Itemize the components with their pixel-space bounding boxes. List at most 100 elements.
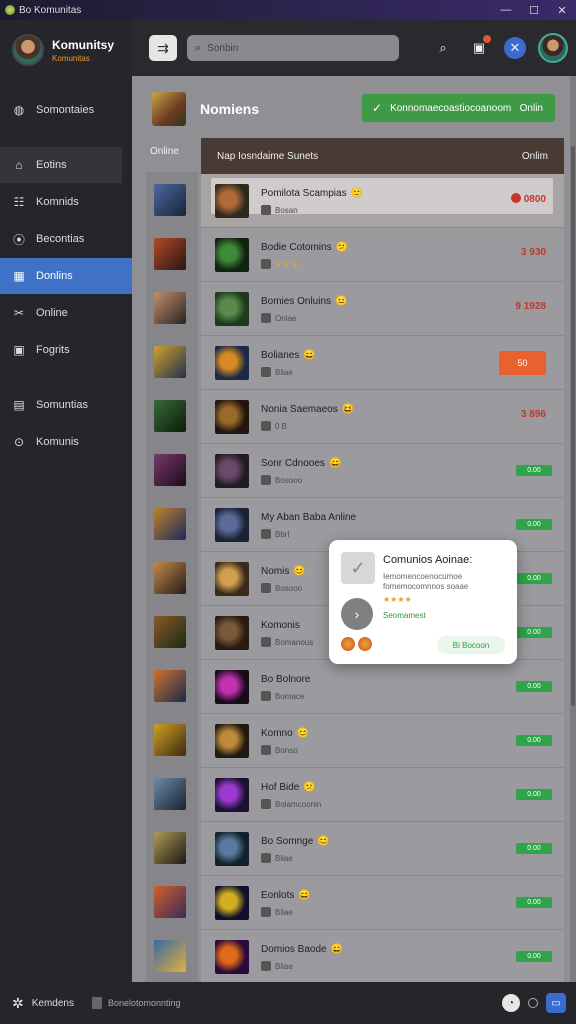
table-row[interactable]: Sonr Cdnooes 😄 Bosooo 0.00 [201,444,564,498]
table-row[interactable]: Bomies Onluins 😐 Onlae 9 1928 [201,282,564,336]
table-row[interactable]: Komno 😊 Bonso 0.00 [201,714,564,768]
user-icon [261,745,271,755]
top-icons: ⌕ ▣ ✕ [418,33,568,63]
search-input[interactable]: ⌕ Sonbin [187,35,399,61]
emoji-icon: 😄 [330,944,344,955]
emoji-icon: 😆 [341,404,355,415]
gear-icon[interactable]: ✲ [12,995,24,1012]
close-button[interactable]: ✕ [548,4,576,17]
side-thumbnail[interactable] [154,724,186,756]
online-button[interactable]: ✓ Konnomaecoastiocoanoom Onlin [362,94,555,122]
scrollbar[interactable] [570,76,576,982]
filter-button[interactable]: ⇉ [149,35,177,61]
row-thumbnail [215,292,249,326]
chat-icon: ▤ [13,398,25,412]
tools-icon: ✂ [13,306,25,320]
next-button[interactable]: › [341,598,373,630]
sidebar-item-fogrits[interactable]: ▣ Fogrits [0,332,132,368]
row-thumbnail [215,616,249,650]
file-indicator[interactable]: Bonelotomonnting [91,997,181,1009]
emoji-icon: 😊 [293,566,306,577]
side-thumbnail[interactable] [154,832,186,864]
minimize-button[interactable]: — [492,4,520,17]
clock-icon[interactable]: ◔ [502,994,520,1012]
row-thumbnail [215,562,249,596]
user-icon [261,205,271,215]
side-thumbnail[interactable] [154,238,186,270]
sidebar-item-eotins[interactable]: ⌂ Eotins [0,147,122,183]
tools-button[interactable]: ✕ [504,37,526,59]
info-popup[interactable]: ✓ Comunios Aoinae: Iemomencoenocumoe fom… [329,540,517,664]
row-status-pill[interactable]: 0.00 [516,465,552,476]
row-status-pill[interactable]: 0.00 [516,843,552,854]
sidebar-item-komnids[interactable]: ☷ Komnids [0,184,132,220]
sidebar-item-somuntias[interactable]: ▤ Somuntias [0,387,132,423]
popup-title: Comunios Aoinae: [383,554,473,566]
status-ring-icon[interactable] [528,998,538,1008]
row-price: 0800 [510,193,546,205]
table-row[interactable]: Nonia Saemaeos 😆 0 B 3 896 [201,390,564,444]
row-status-pill[interactable]: 0.00 [516,951,552,962]
table-row[interactable]: Pomilota Scampias 🙂 Bosan 0800 [201,174,564,228]
row-action-button[interactable]: 50 [499,351,546,375]
side-thumbnail[interactable] [154,346,186,378]
chat-button-icon[interactable]: ▭ [546,993,566,1013]
side-thumbnail[interactable] [154,670,186,702]
side-thumbnail[interactable] [154,454,186,486]
checkbox-icon: ✓ [341,552,375,584]
brand[interactable]: Komunitsy Komunitas [0,20,132,80]
table-row[interactable]: Eonlots 😄 Bliae 0.00 [201,876,564,930]
row-status-pill[interactable]: 0.00 [516,627,552,638]
table-row[interactable]: Domios Baode 😄 Bliae 0.00 [201,930,564,982]
side-thumbnail[interactable] [154,940,186,972]
search-placeholder: Sonbin [207,42,239,54]
search-plus-button[interactable]: ⌕ [432,37,454,59]
row-title: Pomilota Scampias 🙂 [261,188,364,199]
user-icon [261,691,271,701]
sidebar-item-donlins[interactable]: ▦ Donlins [0,258,132,294]
notifications-button[interactable]: ▣ [468,35,491,59]
table-row[interactable]: Bo Bolnore Bomace 0.00 [201,660,564,714]
row-status-pill[interactable]: 0.00 [516,681,552,692]
reaction-icon[interactable] [341,637,355,651]
search-plus-icon: ⌕ [439,40,447,55]
row-thumbnail [215,832,249,866]
table-row[interactable]: Bolianes 😄 Bliae 50 [201,336,564,390]
table-row[interactable]: Bo Somnge 😊 Bliae 0.00 [201,822,564,876]
side-thumbnail[interactable] [154,508,186,540]
table-row[interactable]: Hof Bide 😕 Bolamcoonin 0.00 [201,768,564,822]
sidebar-item-komunis[interactable]: ⊙ Komunis [0,424,132,460]
app-logo-icon [5,5,15,15]
table-row[interactable]: Bodie Cotomins 😕 ★★★ 3 930 [201,228,564,282]
sidebar-item-somontaies[interactable]: ◍ Somontaies [0,92,132,128]
side-label: Online [150,146,179,157]
side-thumbnail[interactable] [154,400,186,432]
row-title: Nonia Saemaeos 😆 [261,404,355,415]
row-price: 3 896 [520,409,546,420]
row-status-pill[interactable]: 0.00 [516,573,552,584]
scrollbar-thumb[interactable] [571,146,575,706]
side-thumbnail[interactable] [154,562,186,594]
popup-button-label: Bi Bocoon [452,640,490,650]
maximize-button[interactable]: ☐ [520,4,548,17]
sidebar-item-becontias[interactable]: ⦿ Becontias [0,221,132,257]
side-thumbnail[interactable] [154,292,186,324]
popup-action-button[interactable]: Bi Bocoon [437,636,505,654]
side-thumbnail[interactable] [154,616,186,648]
sidebar-item-online[interactable]: ✂ Online [0,295,132,331]
filter-icon: ⇉ [157,39,169,56]
online-button-right: Onlin [519,102,543,114]
row-status-pill[interactable]: 0.00 [516,735,552,746]
row-title: Eonlots 😄 [261,890,311,901]
emoji-icon: 😄 [298,890,311,901]
user-avatar[interactable] [538,33,568,63]
row-status-pill[interactable]: 0.00 [516,897,552,908]
side-thumbnail[interactable] [154,886,186,918]
side-thumbnail[interactable] [154,184,186,216]
side-thumbnail[interactable] [154,778,186,810]
title-bar: Bo Komunitas — ☐ ✕ [0,0,576,20]
row-title: My Aban Baba Anline [261,512,357,523]
row-status-pill[interactable]: 0.00 [516,789,552,800]
reaction-icon[interactable] [358,637,372,651]
row-status-pill[interactable]: 0.00 [516,519,552,530]
